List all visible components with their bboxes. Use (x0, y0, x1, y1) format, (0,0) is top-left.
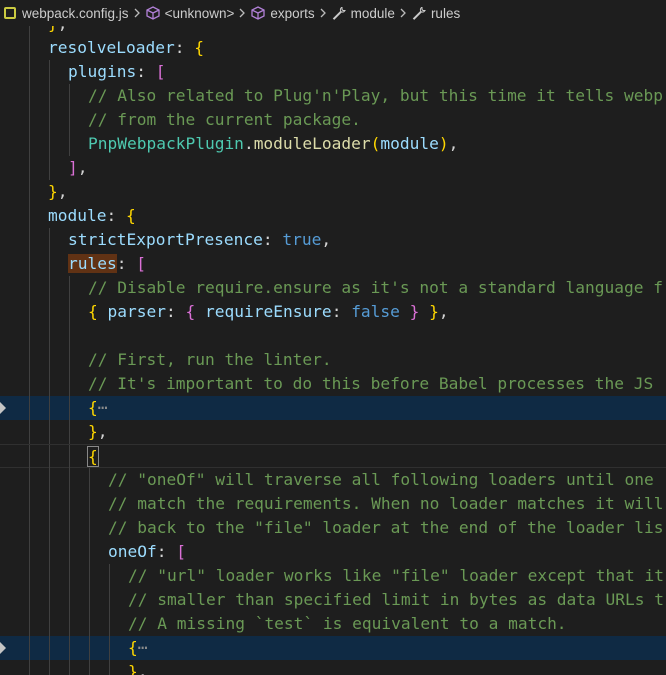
code-line[interactable]: { parser: { requireEnsure: false } }, (0, 300, 666, 324)
code-line[interactable]: // "oneOf" will traverse all following l… (0, 468, 666, 492)
code-line[interactable]: // "url" loader works like "file" loader… (0, 564, 666, 588)
breadcrumb-item-unknown[interactable]: <unknown> (145, 5, 235, 21)
code-token: oneOf (108, 542, 157, 561)
code-comment: // First, run the linter. (88, 350, 332, 369)
code-comment: // back to the "file" loader at the end … (108, 518, 664, 537)
folded-ellipsis-icon[interactable]: ⋯ (138, 638, 148, 657)
chevron-right-icon (129, 8, 145, 18)
folded-code-line[interactable]: {⋯ (0, 636, 666, 660)
code-line[interactable]: module: { (0, 204, 666, 228)
code-line[interactable]: strictExportPresence: true, (0, 228, 666, 252)
code-line[interactable]: // smaller than specified limit in bytes… (0, 588, 666, 612)
code-comment: // smaller than specified limit in bytes… (128, 590, 665, 609)
code-comment: // Also related to Plug'n'Play, but this… (88, 86, 663, 105)
breadcrumb-file[interactable]: webpack.config.js (0, 5, 129, 21)
code-token: rules (68, 254, 117, 273)
code-token: true (282, 230, 322, 249)
code-line[interactable]: // from the current package. (0, 108, 666, 132)
matched-bracket: { (87, 446, 99, 467)
fold-marker-icon[interactable] (0, 402, 6, 414)
code-token: false (351, 302, 400, 321)
code-comment: // match the requirements. When no loade… (108, 494, 664, 513)
folded-code-line[interactable]: {⋯ (0, 396, 666, 420)
chevron-right-icon (395, 8, 411, 18)
code-line[interactable]: // match the requirements. When no loade… (0, 492, 666, 516)
code-comment: // from the current package. (88, 110, 361, 129)
code-line[interactable]: resolveLoader: { (0, 36, 666, 60)
code-line[interactable]: plugins: [ (0, 60, 666, 84)
code-token: PnpWebpackPlugin (88, 134, 244, 153)
code-comment: // Disable require.ensure as it's not a … (88, 278, 663, 297)
breadcrumb-item-module[interactable]: module (331, 5, 395, 21)
code-line[interactable]: rules: [ (0, 252, 666, 276)
breadcrumb-item-label: rules (430, 5, 461, 21)
code-line[interactable]: PnpWebpackPlugin.moduleLoader(module), (0, 132, 666, 156)
wrench-icon (411, 5, 427, 21)
breadcrumb-file-label: webpack.config.js (22, 5, 129, 21)
code-line[interactable] (0, 324, 666, 348)
code-token: moduleLoader (253, 134, 371, 153)
breadcrumb-item-rules[interactable]: rules (411, 5, 460, 21)
code-line[interactable]: }, (0, 660, 666, 675)
folded-ellipsis-icon[interactable]: ⋯ (98, 398, 108, 417)
code-line[interactable]: // First, run the linter. (0, 348, 666, 372)
cube-icon (250, 5, 266, 21)
breadcrumb-item-exports[interactable]: exports (250, 5, 315, 21)
code-comment: // "url" loader works like "file" loader… (128, 566, 665, 585)
code-token: strictExportPresence (68, 230, 263, 249)
chevron-right-icon (315, 8, 331, 18)
wrench-icon (331, 5, 347, 21)
breadcrumb-item-label: exports (270, 5, 315, 21)
code-comment: // A missing `test` is equivalent to a m… (128, 614, 567, 633)
code-comment: // It's important to do this before Babe… (88, 374, 654, 393)
javascript-file-icon (2, 5, 18, 21)
code-line[interactable]: // A missing `test` is equivalent to a m… (0, 612, 666, 636)
code-line[interactable]: // Also related to Plug'n'Play, but this… (0, 84, 666, 108)
breadcrumb: webpack.config.js <unknown> exports modu… (0, 0, 666, 26)
code-line[interactable]: ], (0, 156, 666, 180)
code-line[interactable]: }, (0, 180, 666, 204)
code-editor[interactable]: }, resolveLoader: { plugins: [ // Also r… (0, 26, 666, 675)
code-comment: // "oneOf" will traverse all following l… (108, 470, 654, 489)
code-line[interactable]: }, (0, 26, 666, 36)
chevron-right-icon (234, 8, 250, 18)
code-line-current[interactable]: { (0, 444, 666, 469)
fold-marker-icon[interactable] (0, 642, 6, 654)
code-line[interactable]: }, (0, 420, 666, 444)
code-token: plugins (68, 62, 137, 81)
code-line[interactable]: // back to the "file" loader at the end … (0, 516, 666, 540)
code-token: parser (107, 302, 166, 321)
breadcrumb-item-label: <unknown> (164, 5, 235, 21)
code-token: requireEnsure (204, 302, 332, 321)
code-token: module (48, 206, 107, 225)
code-line[interactable]: // Disable require.ensure as it's not a … (0, 276, 666, 300)
breadcrumb-item-label: module (350, 5, 395, 21)
cube-icon (145, 5, 161, 21)
code-line[interactable]: // It's important to do this before Babe… (0, 372, 666, 396)
code-token: module (380, 134, 439, 153)
code-token: resolveLoader (48, 38, 175, 57)
code-line[interactable]: oneOf: [ (0, 540, 666, 564)
